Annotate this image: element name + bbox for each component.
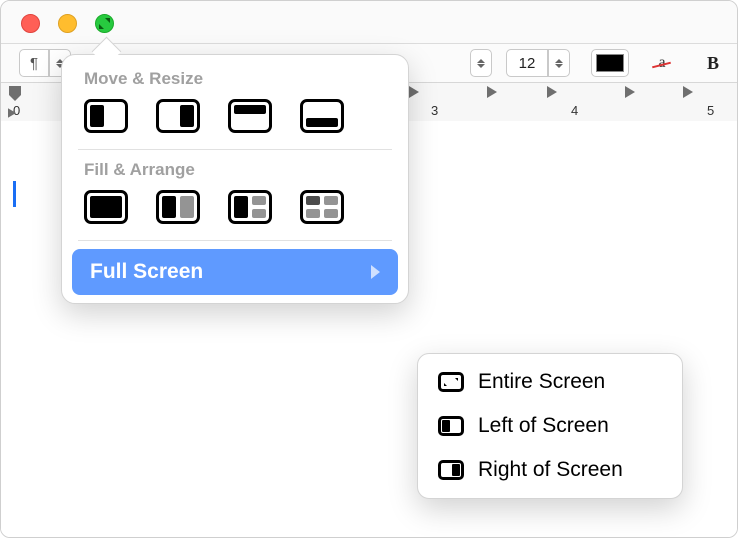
submenu-entire-screen[interactable]: Entire Screen (422, 360, 678, 404)
pilcrow-icon: ¶ (30, 55, 38, 72)
traffic-lights (21, 14, 114, 33)
arrange-three-mixed-icon[interactable] (228, 190, 272, 224)
submenu-item-label: Entire Screen (478, 370, 605, 394)
submenu-item-label: Left of Screen (478, 414, 609, 438)
chevron-right-icon (371, 265, 380, 279)
arrange-four-quadrant-icon[interactable] (300, 190, 344, 224)
first-line-indent-icon[interactable] (8, 108, 16, 118)
tab-stop-icon[interactable] (625, 86, 635, 98)
app-window: ¶ 12 a B 0 3 4 5 Move & (0, 0, 738, 538)
fill-arrange-row (66, 186, 404, 238)
submenu-right-of-screen[interactable]: Right of Screen (422, 448, 678, 492)
full-screen-menu-item[interactable]: Full Screen (72, 249, 398, 295)
minimize-icon[interactable] (58, 14, 77, 33)
ruler-tick-4: 4 (571, 103, 578, 118)
submenu-item-label: Right of Screen (478, 458, 623, 482)
snap-left-half-icon[interactable] (84, 99, 128, 133)
snap-bottom-half-icon[interactable] (300, 99, 344, 133)
font-family-select-stepper[interactable] (470, 49, 492, 77)
strike-a-icon: a (654, 54, 669, 72)
tab-stop-icon[interactable] (409, 86, 419, 98)
font-size-value: 12 (517, 55, 537, 72)
bold-b-icon: B (703, 53, 723, 74)
tab-stop-icon[interactable] (683, 86, 693, 98)
snap-top-half-icon[interactable] (228, 99, 272, 133)
separator (78, 149, 392, 150)
indent-marker-icon[interactable] (9, 86, 21, 95)
window-snap-popover: Move & Resize Fill & Arrange (61, 54, 409, 304)
full-screen-label: Full Screen (90, 260, 203, 284)
arrange-fill-icon[interactable] (84, 190, 128, 224)
tab-stop-icon[interactable] (487, 86, 497, 98)
color-swatch-icon (596, 54, 624, 72)
separator (78, 240, 392, 241)
ruler-tick-5: 5 (707, 103, 714, 118)
section-title-move-resize: Move & Resize (66, 69, 404, 95)
submenu-left-of-screen[interactable]: Left of Screen (422, 404, 678, 448)
arrange-two-vertical-icon[interactable] (156, 190, 200, 224)
move-resize-row (66, 95, 404, 147)
text-color-swatch[interactable] (591, 49, 629, 77)
close-icon[interactable] (21, 14, 40, 33)
entire-screen-icon (438, 372, 464, 392)
font-size-select[interactable]: 12 (506, 49, 570, 77)
right-of-screen-icon (438, 460, 464, 480)
tab-stop-icon[interactable] (547, 86, 557, 98)
text-cursor (13, 181, 16, 207)
titlebar (1, 1, 737, 44)
section-title-fill-arrange: Fill & Arrange (66, 152, 404, 186)
snap-right-half-icon[interactable] (156, 99, 200, 133)
ruler-tick-3: 3 (431, 103, 438, 118)
highlight-color-button[interactable]: a (644, 50, 680, 76)
bold-button[interactable]: B (695, 50, 731, 76)
left-of-screen-icon (438, 416, 464, 436)
full-screen-submenu: Entire Screen Left of Screen Right of Sc… (417, 353, 683, 499)
zoom-icon[interactable] (95, 14, 114, 33)
